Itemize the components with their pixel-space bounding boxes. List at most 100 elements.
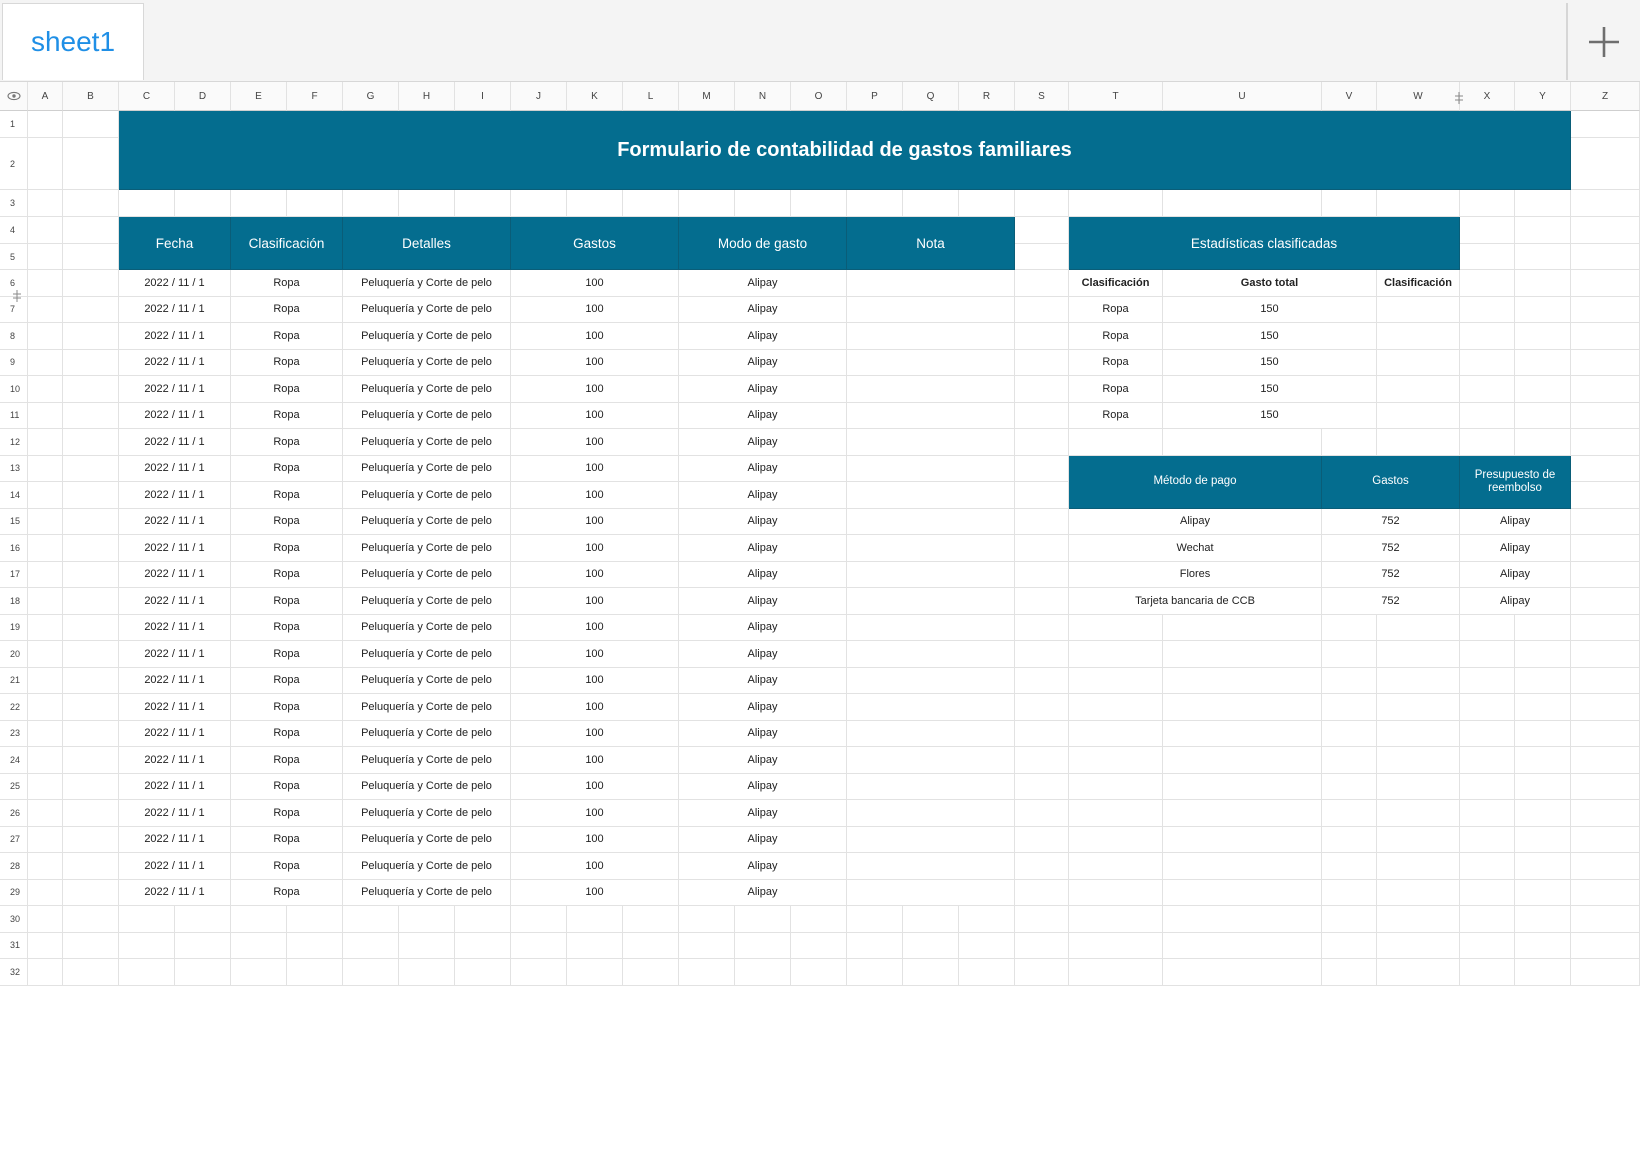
grid-cell[interactable]	[1322, 773, 1377, 800]
gastos-cell[interactable]: 100	[511, 720, 679, 747]
grid-cell[interactable]	[63, 641, 119, 668]
clasificacion-cell[interactable]: Ropa	[231, 667, 343, 694]
grid-cell[interactable]	[679, 959, 735, 986]
grid-cell[interactable]	[1571, 217, 1640, 244]
column-header-x[interactable]: X	[1460, 82, 1515, 111]
grid-cell[interactable]	[1515, 667, 1571, 694]
clasificacion-cell[interactable]: Ropa	[231, 641, 343, 668]
grid-cell[interactable]	[63, 402, 119, 429]
grid-cell[interactable]	[1571, 773, 1640, 800]
grid-cell[interactable]	[791, 959, 847, 986]
fecha-cell[interactable]: 2022 / 11 / 1	[119, 747, 231, 774]
grid-cell[interactable]	[847, 190, 903, 217]
stats-clasificacion-cell[interactable]: Ropa	[1069, 376, 1163, 403]
grid-cell[interactable]	[847, 959, 903, 986]
row-header-13[interactable]: 13	[0, 455, 28, 482]
grid-cell[interactable]	[1322, 641, 1377, 668]
grid-cell[interactable]	[1460, 614, 1515, 641]
grid-cell[interactable]	[1571, 853, 1640, 880]
payment-header-presupuesto[interactable]: Presupuesto de reembolso	[1460, 455, 1571, 509]
grid-cell[interactable]	[399, 906, 455, 933]
grid-cell[interactable]	[679, 906, 735, 933]
column-header-y[interactable]: Y	[1515, 82, 1571, 111]
grid-cell[interactable]	[175, 959, 231, 986]
add-sheet-button[interactable]	[1568, 3, 1640, 80]
nota-cell[interactable]	[847, 588, 1015, 615]
grid-cell[interactable]	[1377, 932, 1460, 959]
grid-cell[interactable]	[1322, 694, 1377, 721]
column-header-n[interactable]: N	[735, 82, 791, 111]
grid-cell[interactable]	[1460, 190, 1515, 217]
grid-cell[interactable]	[28, 429, 63, 456]
column-header-p[interactable]: P	[847, 82, 903, 111]
grid-cell[interactable]	[959, 959, 1015, 986]
column-header-t[interactable]: T	[1069, 82, 1163, 111]
stats-clasificacion-cell[interactable]: Ropa	[1069, 323, 1163, 350]
nota-cell[interactable]	[847, 747, 1015, 774]
grid-cell[interactable]	[1163, 773, 1322, 800]
grid-cell[interactable]	[1163, 959, 1322, 986]
row-header-31[interactable]: 31	[0, 932, 28, 959]
grid-cell[interactable]	[1015, 614, 1069, 641]
column-header-m[interactable]: M	[679, 82, 735, 111]
grid-cell[interactable]	[1460, 217, 1515, 244]
grid-cell[interactable]	[1069, 932, 1163, 959]
detalles-cell[interactable]: Peluquería y Corte de pelo	[343, 296, 511, 323]
grid-cell[interactable]	[1163, 800, 1322, 827]
grid-cell[interactable]	[1015, 270, 1069, 297]
nota-cell[interactable]	[847, 429, 1015, 456]
gastos-cell[interactable]: 100	[511, 508, 679, 535]
grid-cell[interactable]	[1571, 111, 1640, 138]
grid-cell[interactable]	[903, 906, 959, 933]
payment-gastos-cell[interactable]: 752	[1322, 561, 1460, 588]
grid-cell[interactable]	[28, 508, 63, 535]
grid-cell[interactable]	[903, 959, 959, 986]
grid-cell[interactable]	[959, 932, 1015, 959]
gastos-cell[interactable]: 100	[511, 323, 679, 350]
column-header-w[interactable]: W	[1377, 82, 1460, 111]
row-header-32[interactable]: 32	[0, 959, 28, 986]
grid-cell[interactable]	[28, 879, 63, 906]
grid-cell[interactable]	[28, 932, 63, 959]
grid-cell[interactable]	[1515, 323, 1571, 350]
grid-cell[interactable]	[1571, 906, 1640, 933]
row-header-12[interactable]: 12	[0, 429, 28, 456]
grid-cell[interactable]	[1460, 667, 1515, 694]
stats-gasto-total-cell[interactable]: 150	[1163, 349, 1377, 376]
grid-cell[interactable]	[735, 932, 791, 959]
gastos-cell[interactable]: 100	[511, 402, 679, 429]
grid-cell[interactable]	[63, 667, 119, 694]
grid-cell[interactable]	[1069, 429, 1163, 456]
detalles-cell[interactable]: Peluquería y Corte de pelo	[343, 879, 511, 906]
grid-cell[interactable]	[63, 270, 119, 297]
column-header-k[interactable]: K	[567, 82, 623, 111]
grid-cell[interactable]	[1460, 906, 1515, 933]
grid-cell[interactable]	[1015, 561, 1069, 588]
grid-cell[interactable]	[1069, 720, 1163, 747]
fecha-cell[interactable]: 2022 / 11 / 1	[119, 455, 231, 482]
grid-cell[interactable]	[343, 906, 399, 933]
grid-cell[interactable]	[1515, 800, 1571, 827]
grid-cell[interactable]	[1322, 720, 1377, 747]
modo-de-gasto-cell[interactable]: Alipay	[679, 826, 847, 853]
grid-cell[interactable]	[28, 482, 63, 509]
grid-cell[interactable]	[287, 906, 343, 933]
grid-cell[interactable]	[1377, 773, 1460, 800]
grid-cell[interactable]	[1571, 402, 1640, 429]
payment-gastos-cell[interactable]: 752	[1322, 508, 1460, 535]
grid-cell[interactable]	[1571, 747, 1640, 774]
grid-cell[interactable]	[567, 190, 623, 217]
grid-cell[interactable]	[1571, 667, 1640, 694]
grid-cell[interactable]	[287, 932, 343, 959]
gastos-cell[interactable]: 100	[511, 826, 679, 853]
stats-header-gasto-total[interactable]: Gasto total	[1163, 270, 1377, 297]
grid-cell[interactable]	[1515, 932, 1571, 959]
grid-cell[interactable]	[511, 959, 567, 986]
grid-cell[interactable]	[623, 959, 679, 986]
column-header-b[interactable]: B	[63, 82, 119, 111]
detalles-cell[interactable]: Peluquería y Corte de pelo	[343, 455, 511, 482]
grid-cell[interactable]	[28, 535, 63, 562]
clasificacion-cell[interactable]: Ropa	[231, 747, 343, 774]
grid-cell[interactable]	[1015, 482, 1069, 509]
gastos-cell[interactable]: 100	[511, 879, 679, 906]
